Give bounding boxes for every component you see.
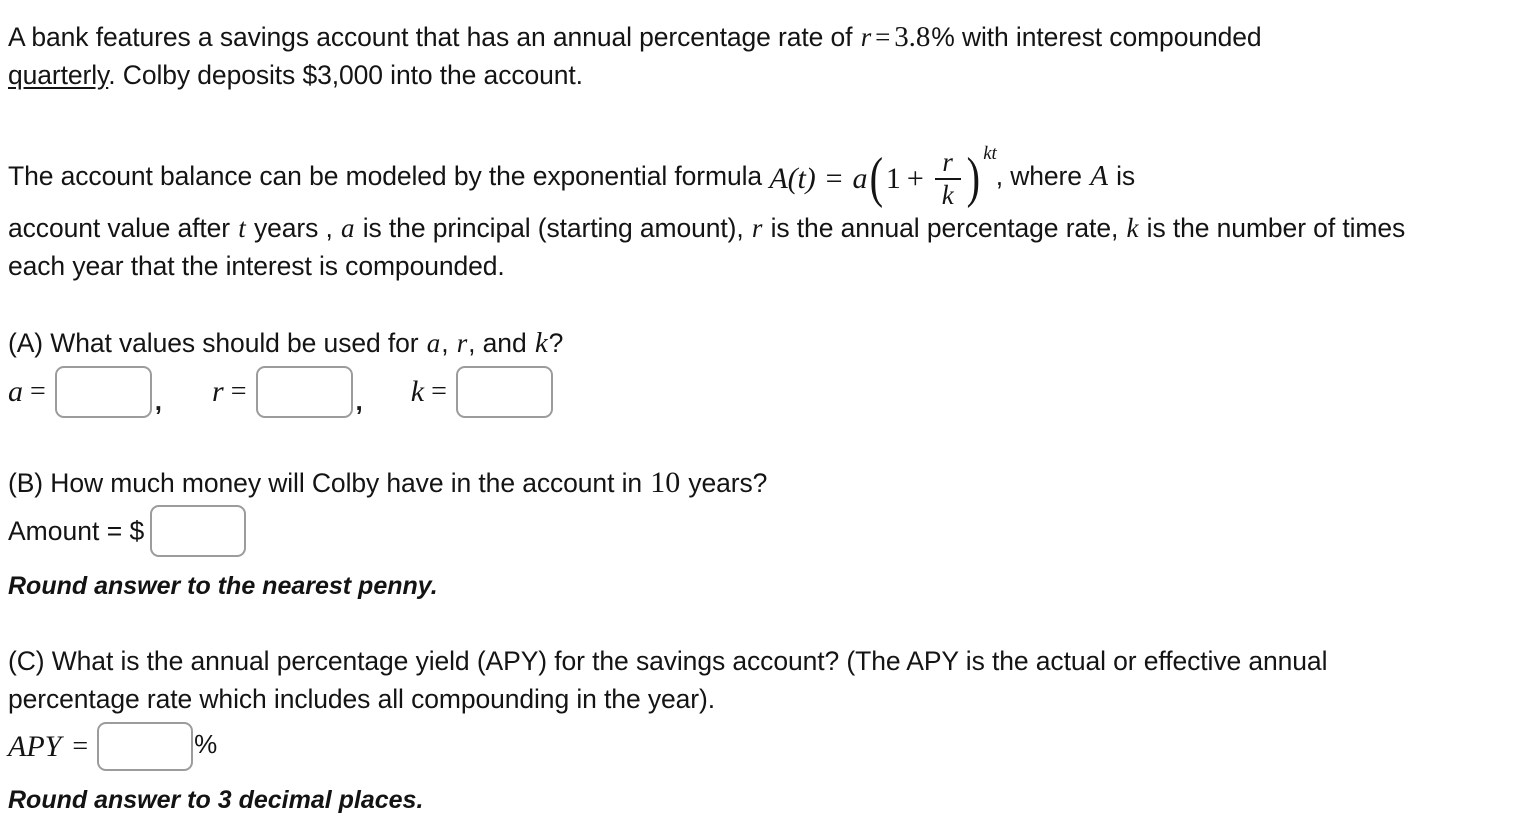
formula-equals: = bbox=[825, 162, 843, 195]
intro-text-after-rate: % with interest compounded bbox=[931, 22, 1262, 52]
part-a-var-r: r bbox=[456, 328, 468, 358]
formula-fraction-numerator: r bbox=[942, 147, 953, 177]
part-a-equals-r: = bbox=[230, 376, 247, 407]
input-a[interactable] bbox=[54, 366, 152, 418]
part-a-comma-1: , bbox=[154, 385, 163, 416]
part-c-equals: = bbox=[72, 730, 89, 762]
intro-compounding-word: quarterly bbox=[8, 60, 109, 90]
formula-open-paren: ( bbox=[787, 162, 798, 195]
part-a-equals-a: = bbox=[30, 376, 46, 407]
part-c-answer-row: APY = % bbox=[8, 722, 217, 771]
definition-a-variable: a bbox=[341, 213, 355, 243]
intro-rate-equals: = bbox=[875, 22, 891, 52]
input-r[interactable] bbox=[255, 366, 353, 418]
compound-interest-formula: A(t) = a(1 + r k) kt bbox=[769, 143, 997, 209]
formula-exponent: kt bbox=[983, 143, 997, 164]
formula-coefficient: a bbox=[852, 162, 868, 195]
formula-close-paren: ) bbox=[805, 162, 816, 195]
part-a-prompt-after: ? bbox=[548, 328, 564, 358]
part-a-equals-k: = bbox=[431, 376, 447, 407]
model-paragraph: The account balance can be modeled by th… bbox=[8, 143, 1408, 209]
intro-text-before: A bank features a savings account that h… bbox=[8, 22, 860, 52]
part-c-rounding-note: Round answer to 3 decimal places. bbox=[8, 786, 424, 814]
part-a-var-k: k bbox=[534, 327, 548, 359]
intro-paragraph: A bank features a savings account that h… bbox=[8, 18, 1308, 94]
formula-one: 1 bbox=[885, 162, 901, 195]
definition-text-5: is the bbox=[1139, 213, 1210, 243]
definition-k-variable: k bbox=[1126, 213, 1139, 243]
formula-left-paren-icon: ( bbox=[869, 146, 884, 209]
definition-text-3: is the principal (starting amount), bbox=[355, 213, 751, 243]
input-apy[interactable] bbox=[97, 722, 194, 771]
part-a-sep-1: , bbox=[441, 328, 456, 358]
formula-function-name: A bbox=[769, 162, 788, 195]
part-a-var-a: a bbox=[426, 328, 441, 358]
part-a-sep-2: , and bbox=[468, 328, 534, 358]
part-b-prompt: (B) How much money will Colby have in th… bbox=[8, 464, 1108, 502]
intro-text-tail: . Colby deposits $3,000 into the account… bbox=[108, 60, 583, 90]
definitions-paragraph: account value after t years , a is the p… bbox=[8, 209, 1408, 285]
part-c-prompt-line-1: (C) What is the annual percentage yield … bbox=[8, 646, 1242, 676]
formula-fraction-denominator: k bbox=[941, 180, 954, 210]
definition-text-1: account value after bbox=[8, 213, 238, 243]
intro-rate-value: 3.8 bbox=[894, 21, 931, 53]
model-after-formula-text: , where bbox=[995, 161, 1090, 191]
definition-r-variable: r bbox=[751, 213, 763, 243]
formula-fraction: rk bbox=[932, 149, 964, 209]
part-a-answer-row: a = , r = , k = bbox=[8, 366, 553, 418]
part-c-apy-label: APY bbox=[8, 729, 62, 763]
model-A-variable: A bbox=[1090, 160, 1108, 192]
part-a-label-r: r bbox=[212, 375, 224, 408]
part-a-label-k: k bbox=[410, 375, 425, 408]
model-lead-text: The account balance can be modeled by th… bbox=[8, 161, 770, 191]
formula-plus: + bbox=[906, 162, 924, 195]
part-b-answer-row: Amount = $ bbox=[8, 505, 247, 557]
definition-t-variable: t bbox=[238, 213, 246, 243]
part-a-label-a: a bbox=[8, 375, 23, 408]
definition-text-4: is the annual percentage rate, bbox=[763, 213, 1126, 243]
formula-right-paren-icon: ) bbox=[966, 146, 980, 209]
input-amount[interactable] bbox=[150, 505, 247, 557]
part-b-years-value: 10 bbox=[650, 466, 681, 499]
part-a-prompt: (A) What values should be used for a, r,… bbox=[8, 324, 1108, 362]
model-tail-text: is bbox=[1108, 161, 1136, 191]
intro-rate-variable: r bbox=[860, 22, 872, 52]
part-a-comma-2: , bbox=[355, 385, 363, 416]
part-c-prompt: (C) What is the annual percentage yield … bbox=[8, 642, 1408, 718]
part-b-rounding-note: Round answer to the nearest penny. bbox=[8, 572, 438, 600]
part-a-prompt-before: (A) What values should be used for bbox=[8, 328, 426, 358]
definition-text-2: years , bbox=[246, 213, 341, 243]
formula-argument: t bbox=[797, 162, 806, 195]
part-b-prompt-after: years? bbox=[681, 468, 768, 498]
part-b-prompt-before: (B) How much money will Colby have in th… bbox=[8, 468, 650, 498]
problem-page: A bank features a savings account that h… bbox=[0, 0, 1522, 818]
formula-parenthetical: (1 + r k) kt bbox=[867, 143, 997, 209]
part-c-percent-symbol: % bbox=[194, 729, 218, 759]
part-b-amount-label: Amount = $ bbox=[8, 515, 145, 546]
input-k[interactable] bbox=[455, 366, 553, 418]
